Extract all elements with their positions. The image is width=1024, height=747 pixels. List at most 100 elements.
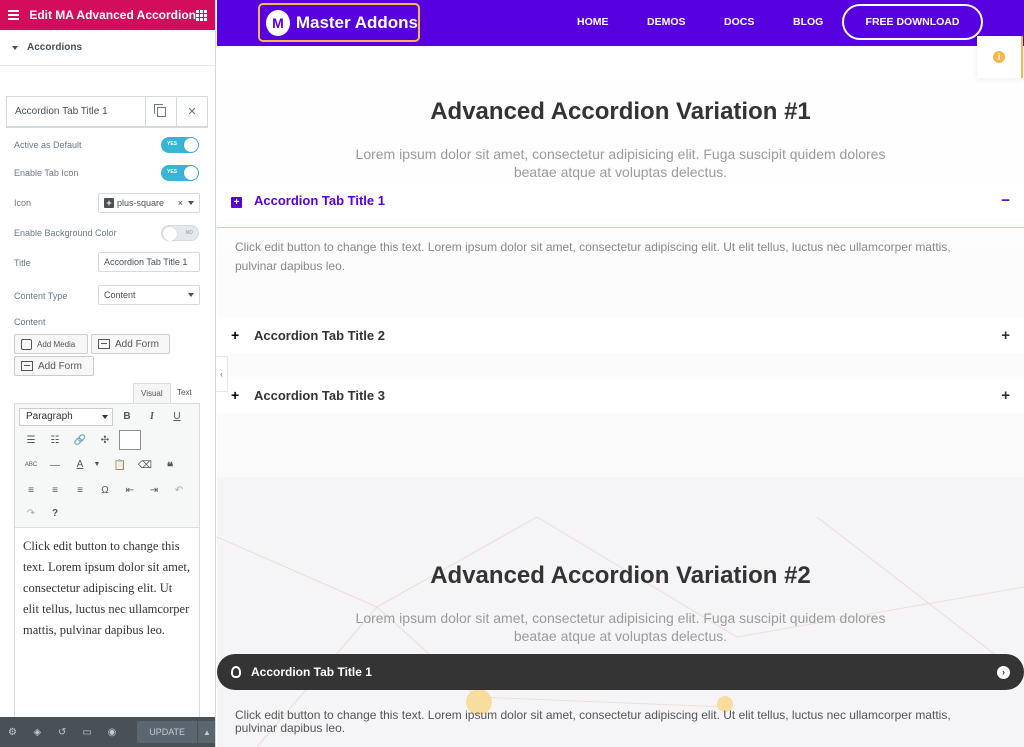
- accordion-tab-2[interactable]: + Accordion Tab Title 2 +: [217, 317, 1024, 353]
- dark-accordion-tab-1[interactable]: Accordion Tab Title 1 ›: [217, 654, 1024, 690]
- underline-icon[interactable]: U: [169, 411, 185, 422]
- repeater-item-title[interactable]: Accordion Tab Title 1: [7, 106, 145, 117]
- nav-demos[interactable]: DEMOS: [647, 16, 686, 28]
- paste-text-icon[interactable]: 📋: [112, 460, 128, 471]
- align-center-icon[interactable]: ≡: [47, 485, 63, 496]
- lightbulb-icon: [231, 666, 241, 678]
- bullet-list-icon[interactable]: ☰: [23, 435, 39, 446]
- logo-mark: M: [266, 9, 290, 36]
- plus-icon: +: [1001, 386, 1010, 404]
- accordion-tab-1-content: Click edit button to change this text. L…: [235, 240, 951, 273]
- plus-square-icon: +: [231, 197, 242, 208]
- enable-tab-icon-switch[interactable]: YES: [161, 165, 199, 181]
- fullscreen-icon[interactable]: ✣: [97, 435, 113, 446]
- plus-icon: +: [231, 387, 240, 403]
- special-char-icon[interactable]: Ω: [97, 485, 113, 496]
- section-label: Accordions: [27, 42, 83, 53]
- indent-icon[interactable]: ⇥: [146, 485, 162, 496]
- horizontal-line-icon[interactable]: —: [47, 460, 63, 471]
- plus-icon: +: [1001, 326, 1010, 344]
- content-type-label: Content Type: [14, 291, 68, 301]
- active-default-label: Active as Default: [14, 140, 82, 150]
- page-preview: M Master Addons HOME DEMOS DOCS BLOG FRE…: [217, 0, 1024, 747]
- editor-panel: Edit MA Advanced Accordion Accordions Ac…: [0, 0, 216, 747]
- italic-icon[interactable]: I: [144, 411, 160, 422]
- variation-1-section: Advanced Accordion Variation #1 Lorem ip…: [217, 46, 1024, 484]
- editor-content[interactable]: Click edit button to change this text. L…: [15, 528, 199, 649]
- settings-icon[interactable]: ⚙: [0, 727, 25, 738]
- format-select[interactable]: Paragraph: [19, 408, 113, 426]
- active-default-switch[interactable]: YES: [161, 137, 199, 153]
- clear-format-icon[interactable]: ⌫: [137, 460, 153, 471]
- collapse-panel-button[interactable]: ‹: [216, 356, 228, 392]
- panel-footer: ⚙ ◈ ↺ ▭ ◉ UPDATE ▲: [0, 717, 215, 747]
- preview-eye-icon[interactable]: ◉: [100, 727, 125, 738]
- wysiwyg-editor: Paragraph B I U ☰ ☷ 🔗 ✣ ABC — A ▼ 📋 ⌫ ❝ …: [14, 403, 200, 719]
- chevron-right-icon: ›: [997, 665, 1010, 679]
- text-color-icon[interactable]: A: [72, 459, 88, 470]
- redo-icon[interactable]: ↷: [23, 508, 39, 519]
- blockquote-icon[interactable]: ❝: [162, 460, 178, 474]
- site-logo[interactable]: M Master Addons: [258, 3, 420, 42]
- update-options-button[interactable]: ▲: [196, 721, 215, 743]
- add-form-button-2[interactable]: Add Form: [14, 356, 94, 376]
- enable-tab-icon-label: Enable Tab Icon: [14, 168, 79, 178]
- update-button[interactable]: UPDATE: [137, 721, 197, 743]
- minus-icon: −: [1001, 191, 1010, 209]
- align-right-icon[interactable]: ≡: [72, 485, 88, 496]
- tab-text[interactable]: Text: [170, 383, 199, 403]
- panel-header: Edit MA Advanced Accordion: [0, 0, 215, 30]
- form-icon: [21, 361, 33, 371]
- free-download-button[interactable]: FREE DOWNLOAD: [842, 4, 983, 40]
- chevron-down-icon[interactable]: ▼: [89, 461, 105, 468]
- strikethrough-icon[interactable]: ABC: [23, 462, 39, 468]
- icon-label: Icon: [14, 198, 32, 208]
- bold-icon[interactable]: B: [119, 411, 135, 422]
- toolbar-toggle-icon[interactable]: [119, 430, 141, 450]
- link-icon[interactable]: 🔗: [72, 435, 88, 446]
- copy-icon: [153, 103, 166, 117]
- enable-bg-color-switch[interactable]: NO: [161, 225, 199, 241]
- layers-icon[interactable]: ◈: [25, 727, 50, 738]
- variation-1-heading: Advanced Accordion Variation #1: [430, 98, 811, 125]
- content-type-select[interactable]: Content: [98, 285, 200, 305]
- widgets-grid-icon[interactable]: [196, 9, 207, 21]
- nav-home[interactable]: HOME: [577, 16, 609, 28]
- outdent-icon[interactable]: ⇤: [122, 485, 138, 496]
- chevron-down-icon: [188, 293, 194, 297]
- undo-icon[interactable]: ↶: [171, 485, 187, 496]
- clear-icon[interactable]: ×: [178, 198, 183, 208]
- logo-text: Master Addons: [295, 12, 418, 32]
- caret-down-icon: [12, 45, 18, 50]
- remove-button[interactable]: ✕: [176, 96, 207, 127]
- site-navbar: M Master Addons HOME DEMOS DOCS BLOG FRE…: [217, 0, 1024, 46]
- variation-2-section: Advanced Accordion Variation #2 Lorem ip…: [217, 477, 1024, 747]
- nav-blog[interactable]: BLOG: [793, 16, 823, 28]
- align-left-icon[interactable]: ≡: [23, 485, 39, 496]
- title-input[interactable]: Accordion Tab Title 1: [98, 252, 200, 272]
- plus-icon: +: [231, 327, 240, 343]
- accordion-tab-3[interactable]: + Accordion Tab Title 3 +: [217, 377, 1024, 413]
- variation-2-subtitle: Lorem ipsum dolor sit amet, consectetur …: [355, 610, 886, 644]
- accordion-tab-1[interactable]: + Accordion Tab Title 1 −: [217, 182, 1024, 218]
- notice-badge[interactable]: i: [977, 36, 1023, 78]
- add-media-button[interactable]: Add Media: [14, 334, 88, 354]
- numbered-list-icon[interactable]: ☷: [47, 435, 63, 446]
- responsive-icon[interactable]: ▭: [75, 727, 100, 738]
- repeater-item: Accordion Tab Title 1 ✕: [6, 96, 208, 128]
- dark-accordion-content: Click edit button to change this text. L…: [235, 708, 951, 735]
- help-icon[interactable]: ?: [47, 508, 63, 519]
- hamburger-menu-icon[interactable]: [8, 10, 20, 20]
- editor-toolbar: Paragraph B I U ☰ ☷ 🔗 ✣ ABC — A ▼ 📋 ⌫ ❝ …: [15, 404, 199, 528]
- duplicate-button[interactable]: [145, 96, 176, 127]
- chevron-down-icon: [188, 201, 194, 205]
- section-accordions[interactable]: Accordions: [0, 30, 215, 66]
- add-form-button-1[interactable]: Add Form: [91, 334, 170, 354]
- nav-docs[interactable]: DOCS: [724, 16, 754, 28]
- history-icon[interactable]: ↺: [50, 727, 75, 738]
- variation-1-subtitle: Lorem ipsum dolor sit amet, consectetur …: [355, 146, 886, 180]
- tab-visual[interactable]: Visual: [133, 383, 171, 403]
- icon-select[interactable]: + plus-square ×: [98, 193, 200, 213]
- content-label: Content: [14, 317, 46, 327]
- plus-square-icon: +: [104, 198, 114, 208]
